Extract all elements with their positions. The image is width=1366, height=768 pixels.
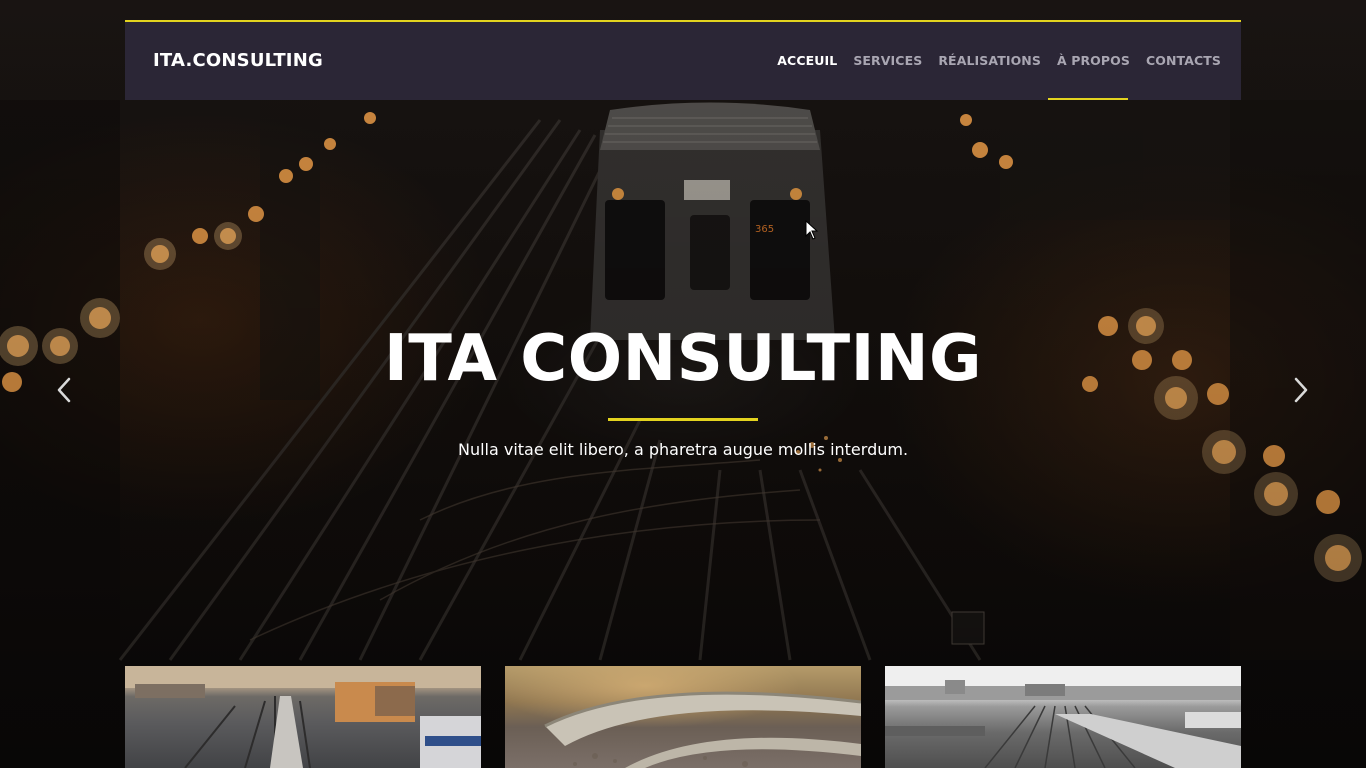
brand-logo[interactable]: ITA.CONSULTING bbox=[153, 22, 323, 100]
mouse-cursor-icon bbox=[805, 220, 819, 240]
rail-track-closeup-photo bbox=[544, 691, 861, 768]
main-nav: ACCEUIL SERVICES RÉALISATIONS À PROPOS C… bbox=[769, 22, 1229, 100]
chevron-left-icon bbox=[57, 377, 71, 403]
hero-subtitle: Nulla vitae elit libero, a pharetra augu… bbox=[457, 440, 909, 459]
nav-item-realisations[interactable]: RÉALISATIONS bbox=[930, 22, 1049, 100]
rail-yard-bw-photo bbox=[885, 666, 1241, 768]
nav-item-contacts[interactable]: CONTACTS bbox=[1138, 22, 1229, 100]
nav-item-acceuil[interactable]: ACCEUIL bbox=[769, 22, 845, 100]
navbar: ITA.CONSULTING ACCEUIL SERVICES RÉALISAT… bbox=[125, 20, 1241, 100]
chevron-right-icon bbox=[1294, 377, 1308, 403]
nav-hover-underline bbox=[1048, 98, 1128, 100]
hero-title: ITA CONSULTING bbox=[383, 322, 983, 396]
hero-divider bbox=[608, 418, 758, 421]
thumbnail-train-yard[interactable] bbox=[125, 666, 481, 768]
thumbnail-rail-track[interactable] bbox=[505, 666, 861, 768]
nav-item-a-propos[interactable]: À PROPOS bbox=[1049, 22, 1138, 100]
carousel-prev-button[interactable] bbox=[46, 372, 82, 408]
train-yard-photo bbox=[125, 666, 481, 768]
nav-item-services[interactable]: SERVICES bbox=[845, 22, 930, 100]
thumbnail-rail-yard-bw[interactable] bbox=[885, 666, 1241, 768]
carousel-next-button[interactable] bbox=[1283, 372, 1319, 408]
